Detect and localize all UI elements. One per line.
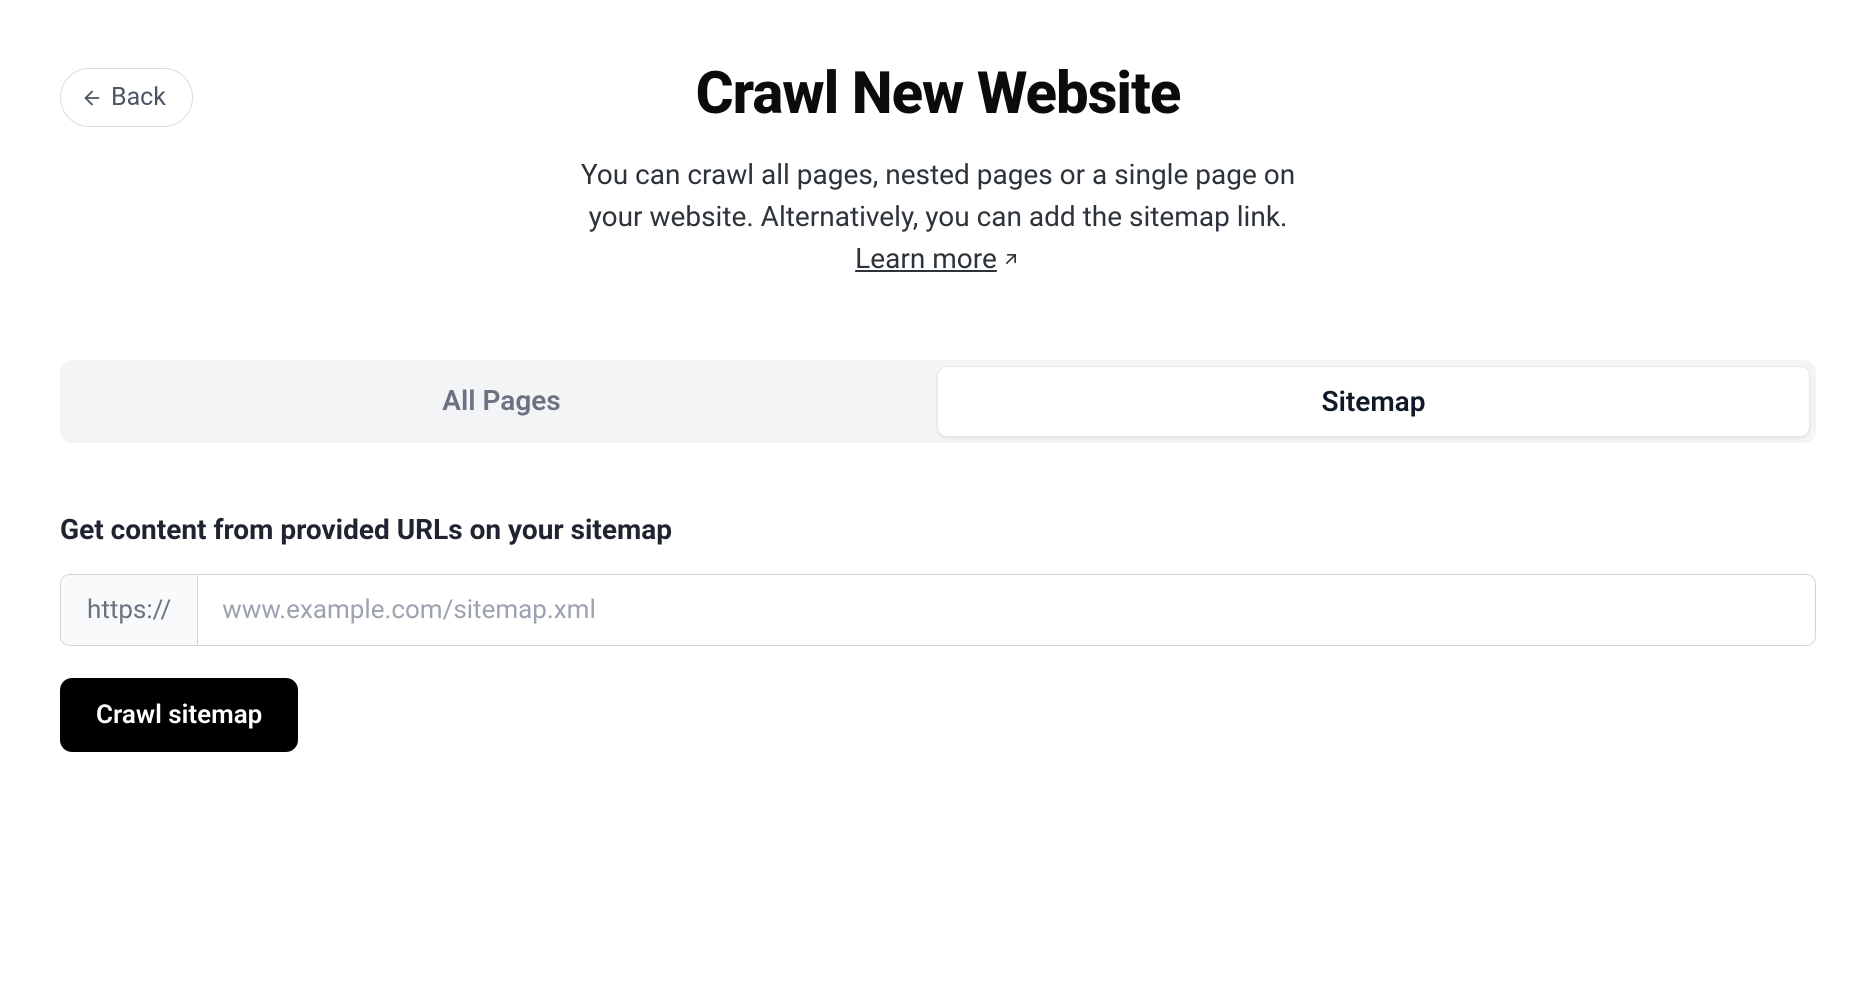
- page-header: Crawl New Website You can crawl all page…: [488, 60, 1388, 280]
- learn-more-link[interactable]: Learn more: [855, 242, 1021, 275]
- sitemap-url-input[interactable]: [198, 575, 1815, 645]
- description-text: You can crawl all pages, nested pages or…: [581, 158, 1295, 233]
- learn-more-text: Learn more: [855, 242, 997, 275]
- tab-sitemap[interactable]: Sitemap: [937, 366, 1810, 437]
- page-description: You can crawl all pages, nested pages or…: [558, 154, 1318, 280]
- arrow-left-icon: [81, 87, 103, 109]
- crawl-sitemap-button[interactable]: Crawl sitemap: [60, 678, 298, 752]
- page-title: Crawl New Website: [488, 60, 1388, 128]
- tab-all-pages[interactable]: All Pages: [66, 366, 937, 437]
- url-protocol-prefix: https://: [61, 575, 198, 645]
- sitemap-url-label: Get content from provided URLs on your s…: [60, 513, 1816, 546]
- tab-bar: All Pages Sitemap: [60, 360, 1816, 443]
- back-button-label: Back: [111, 83, 166, 112]
- sitemap-url-input-group: https://: [60, 574, 1816, 646]
- external-link-icon: [1001, 249, 1021, 269]
- back-button[interactable]: Back: [60, 68, 193, 127]
